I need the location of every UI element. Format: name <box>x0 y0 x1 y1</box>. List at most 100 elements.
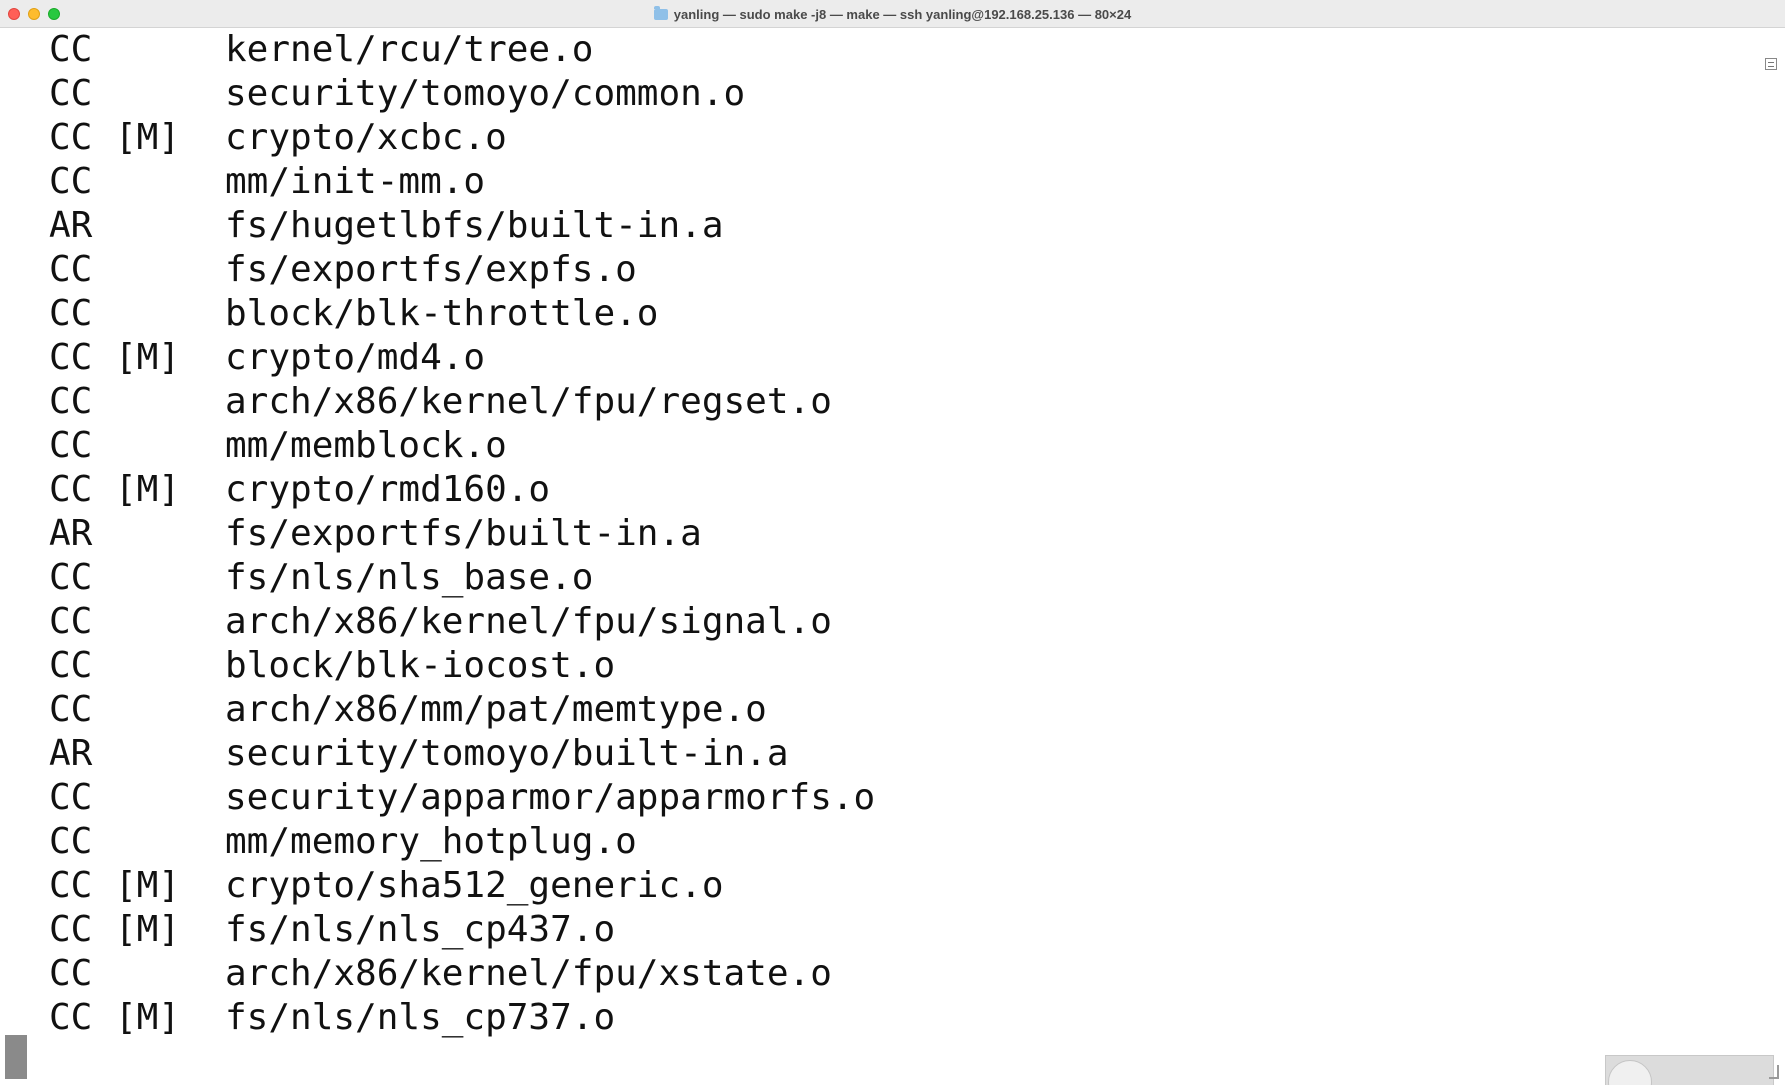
build-operation: CC <box>49 293 93 334</box>
object-path: mm/memblock.o <box>225 425 507 466</box>
folder-icon <box>653 5 668 20</box>
object-path: fs/nls/nls_cp437.o <box>225 909 616 950</box>
object-path: fs/hugetlbfs/built-in.a <box>225 205 724 246</box>
build-operation: CC <box>49 909 93 950</box>
object-path: crypto/rmd160.o <box>225 469 551 510</box>
module-flag <box>115 688 225 732</box>
output-line: CC fs/nls/nls_base.o <box>49 556 875 600</box>
terminal-output[interactable]: CC kernel/rcu/tree.o CC security/tomoyo/com… <box>0 28 1785 1085</box>
module-flag <box>115 28 225 72</box>
build-operation: CC <box>49 953 93 994</box>
object-path: arch/x86/kernel/fpu/regset.o <box>225 381 832 422</box>
output-line: CC arch/x86/kernel/fpu/signal.o <box>49 600 875 644</box>
module-flag <box>115 644 225 688</box>
title-bar[interactable]: yanling — sudo make -j8 — make — ssh yan… <box>0 0 1785 28</box>
build-operation: CC <box>49 469 93 510</box>
module-flag: [M] <box>115 469 181 510</box>
scrollback-marker-icon[interactable] <box>1765 58 1777 70</box>
window-title-container: yanling — sudo make -j8 — make — ssh yan… <box>0 0 1785 28</box>
build-operation: AR <box>49 205 93 246</box>
module-flag <box>115 556 225 600</box>
build-operation: CC <box>49 337 93 378</box>
output-line: CC security/tomoyo/common.o <box>49 72 875 116</box>
object-path: crypto/md4.o <box>225 337 486 378</box>
module-flag <box>115 292 225 336</box>
output-line: CC [M] crypto/sha512_generic.o <box>49 864 875 908</box>
output-line: CC [M] crypto/xcbc.o <box>49 116 875 160</box>
build-operation: CC <box>49 425 93 466</box>
object-path: fs/nls/nls_base.o <box>225 557 594 598</box>
output-line: CC [M] crypto/rmd160.o <box>49 468 875 512</box>
module-flag <box>115 732 225 776</box>
output-line: CC mm/init-mm.o <box>49 160 875 204</box>
terminal-window: yanling — sudo make -j8 — make — ssh yan… <box>0 0 1785 1085</box>
module-flag <box>115 600 225 644</box>
object-path: block/blk-iocost.o <box>225 645 616 686</box>
build-operation: AR <box>49 513 93 554</box>
module-flag <box>115 380 225 424</box>
object-path: block/blk-throttle.o <box>225 293 659 334</box>
object-path: security/tomoyo/built-in.a <box>225 733 789 774</box>
output-line: AR security/tomoyo/built-in.a <box>49 732 875 776</box>
build-operation: CC <box>49 645 93 686</box>
output-line: CC kernel/rcu/tree.o <box>49 28 875 72</box>
output-line: CC [M] fs/nls/nls_cp437.o <box>49 908 875 952</box>
build-operation: CC <box>49 997 93 1038</box>
output-line: AR fs/hugetlbfs/built-in.a <box>49 204 875 248</box>
output-line: CC arch/x86/mm/pat/memtype.o <box>49 688 875 732</box>
output-line: CC [M] crypto/md4.o <box>49 336 875 380</box>
output-line: CC block/blk-throttle.o <box>49 292 875 336</box>
module-flag: [M] <box>115 909 181 950</box>
object-path: mm/init-mm.o <box>225 161 486 202</box>
object-path: security/tomoyo/common.o <box>225 73 746 114</box>
module-flag <box>115 820 225 864</box>
object-path: security/apparmor/apparmorfs.o <box>225 777 876 818</box>
object-path: crypto/sha512_generic.o <box>225 865 724 906</box>
build-operation: CC <box>49 117 93 158</box>
module-flag <box>115 248 225 292</box>
module-flag <box>115 424 225 468</box>
module-flag <box>115 72 225 116</box>
floating-thumbnail[interactable] <box>1605 1055 1774 1085</box>
object-path: arch/x86/mm/pat/memtype.o <box>225 689 767 730</box>
module-flag <box>115 160 225 204</box>
output-line: CC arch/x86/kernel/fpu/regset.o <box>49 380 875 424</box>
build-operation: CC <box>49 29 93 70</box>
build-operation: CC <box>49 689 93 730</box>
module-flag <box>115 204 225 248</box>
avatar-icon <box>1608 1060 1652 1085</box>
build-operation: CC <box>49 161 93 202</box>
build-operation: CC <box>49 249 93 290</box>
object-path: arch/x86/kernel/fpu/xstate.o <box>225 953 832 994</box>
build-operation: AR <box>49 733 93 774</box>
build-operation: CC <box>49 777 93 818</box>
object-path: crypto/xcbc.o <box>225 117 507 158</box>
module-flag: [M] <box>115 117 181 158</box>
output-line: CC mm/memory_hotplug.o <box>49 820 875 864</box>
module-flag: [M] <box>115 865 181 906</box>
output-line: AR fs/exportfs/built-in.a <box>49 512 875 556</box>
output-line: CC block/blk-iocost.o <box>49 644 875 688</box>
object-path: fs/nls/nls_cp737.o <box>225 997 616 1038</box>
object-path: mm/memory_hotplug.o <box>225 821 637 862</box>
output-line: CC arch/x86/kernel/fpu/xstate.o <box>49 952 875 996</box>
object-path: fs/exportfs/expfs.o <box>225 249 637 290</box>
build-operation: CC <box>49 73 93 114</box>
module-flag: [M] <box>115 337 181 378</box>
output-line: CC fs/exportfs/expfs.o <box>49 248 875 292</box>
object-path: fs/exportfs/built-in.a <box>225 513 702 554</box>
object-path: kernel/rcu/tree.o <box>225 29 594 70</box>
module-flag <box>115 952 225 996</box>
output-line: CC [M] fs/nls/nls_cp737.o <box>49 996 875 1040</box>
build-operation: CC <box>49 381 93 422</box>
build-operation: CC <box>49 865 93 906</box>
build-operation: CC <box>49 601 93 642</box>
text-cursor <box>5 1035 27 1079</box>
resize-grip-icon[interactable] <box>1769 1065 1779 1079</box>
module-flag <box>115 776 225 820</box>
module-flag <box>115 512 225 556</box>
module-flag: [M] <box>115 997 181 1038</box>
output-line: CC mm/memblock.o <box>49 424 875 468</box>
build-operation: CC <box>49 557 93 598</box>
window-title: yanling — sudo make -j8 — make — ssh yan… <box>673 6 1132 22</box>
